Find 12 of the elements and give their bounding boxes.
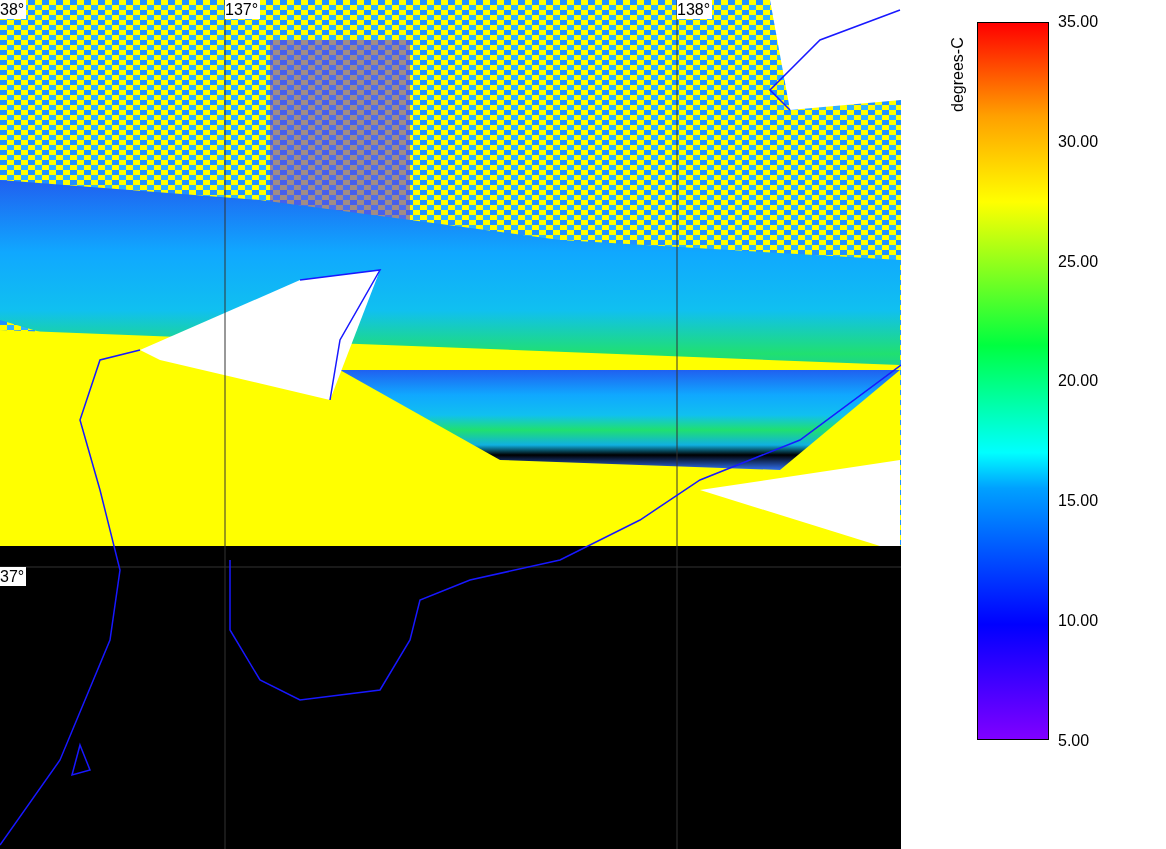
scale-tick-label: 15.00 <box>1058 491 1099 511</box>
scale-tick-label: 30.00 <box>1058 131 1099 151</box>
longitude-label: 137° <box>225 0 261 19</box>
latitude-label: 37° <box>0 567 27 586</box>
unit-label: degrees-C <box>949 37 967 112</box>
scale-tick-label: 25.00 <box>1058 251 1099 271</box>
scale-tick-label: 35.00 <box>1058 12 1099 31</box>
scale-tick-label: 10.00 <box>1058 611 1099 631</box>
longitude-label: 138° <box>677 0 713 19</box>
scale-tick-label: 5.00 <box>1058 730 1091 750</box>
latitude-label: 38° <box>0 0 27 19</box>
scale-tick-label: 20.00 <box>1058 371 1099 391</box>
